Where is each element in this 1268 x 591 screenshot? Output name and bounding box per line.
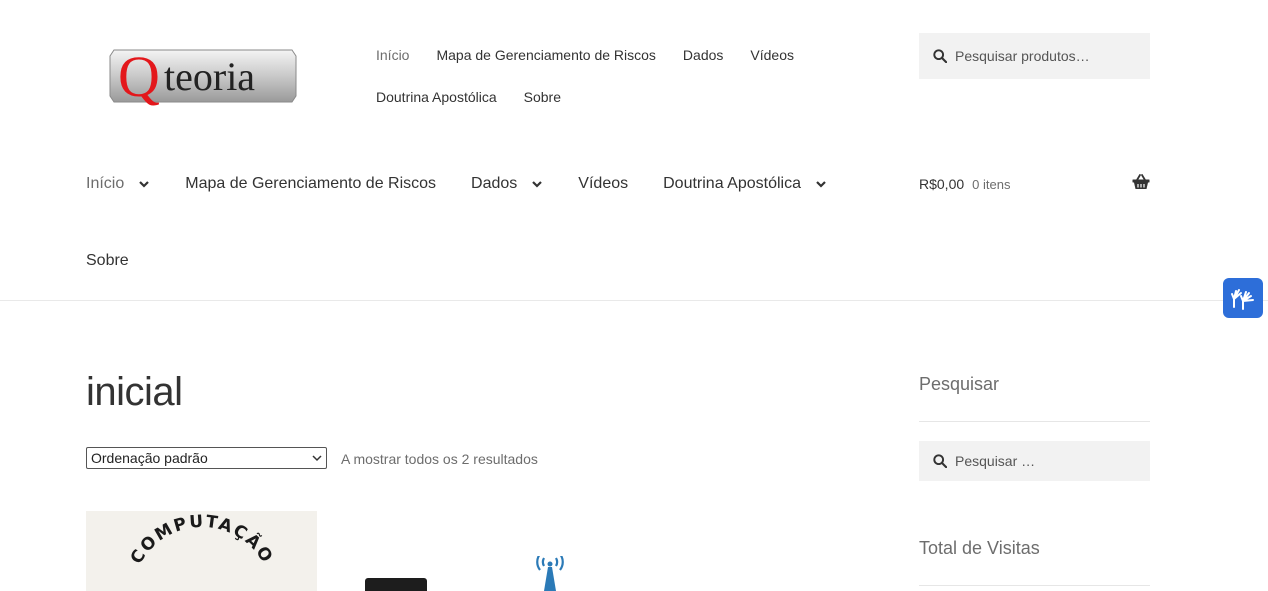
primary-nav: Início Mapa de Gerenciamento de Riscos D… bbox=[86, 171, 862, 269]
cart-item-count: 0 itens bbox=[972, 176, 1011, 192]
cart-amount: R$0,00 bbox=[919, 176, 965, 192]
product-label-computacao: COMPUTAÇÃO bbox=[127, 512, 276, 568]
sidebar-visits-title: Total de Visitas bbox=[919, 538, 1040, 558]
primary-nav-label: Mapa de Gerenciamento de Riscos bbox=[185, 175, 437, 192]
product-thumbnail-device[interactable] bbox=[365, 578, 427, 591]
secondary-nav-mapa-riscos[interactable]: Mapa de Gerenciamento de Riscos bbox=[436, 47, 655, 63]
search-icon bbox=[933, 49, 947, 63]
ordering-select[interactable]: Ordenação padrão bbox=[86, 447, 327, 469]
svg-text:COMPUTAÇÃO: COMPUTAÇÃO bbox=[127, 512, 278, 568]
primary-nav-label: Início bbox=[86, 175, 125, 192]
secondary-nav-sobre[interactable]: Sobre bbox=[524, 89, 561, 105]
search-icon bbox=[933, 454, 947, 468]
ordering-selected-value: Ordenação padrão bbox=[91, 450, 208, 466]
sign-language-widget-button[interactable] bbox=[1223, 278, 1263, 318]
chevron-down-icon[interactable] bbox=[138, 178, 150, 190]
result-count: A mostrar todos os 2 resultados bbox=[341, 451, 538, 467]
secondary-nav-dados[interactable]: Dados bbox=[683, 47, 723, 63]
primary-nav-dados[interactable]: Dados bbox=[471, 175, 543, 193]
secondary-nav-inicio[interactable]: Início bbox=[376, 47, 409, 63]
page-title: inicial bbox=[86, 370, 183, 414]
cart-summary[interactable]: R$0,00 0 itens bbox=[919, 172, 1150, 196]
primary-nav-sobre[interactable]: Sobre bbox=[86, 252, 129, 270]
primary-nav-label: Dados bbox=[471, 175, 518, 192]
product-thumbnail-wireless[interactable] bbox=[532, 553, 568, 591]
primary-nav-label: Sobre bbox=[86, 252, 129, 269]
sidebar-search-input[interactable] bbox=[955, 453, 1145, 469]
sidebar-search-title: Pesquisar bbox=[919, 374, 1000, 394]
secondary-nav: Início Mapa de Gerenciamento de Riscos D… bbox=[376, 44, 836, 108]
logo-text: teoria bbox=[164, 54, 255, 99]
sidebar-search-box bbox=[919, 441, 1150, 481]
secondary-nav-doutrina[interactable]: Doutrina Apostólica bbox=[376, 89, 497, 105]
primary-nav-videos[interactable]: Vídeos bbox=[578, 175, 628, 193]
primary-nav-mapa-riscos[interactable]: Mapa de Gerenciamento de Riscos bbox=[185, 175, 436, 193]
basket-icon[interactable] bbox=[1132, 174, 1150, 190]
primary-nav-doutrina[interactable]: Doutrina Apostólica bbox=[663, 175, 827, 193]
header-divider bbox=[0, 300, 1268, 301]
product-search-box bbox=[919, 33, 1150, 79]
product-search-input[interactable] bbox=[955, 48, 1145, 64]
logo-q: Q bbox=[118, 44, 160, 109]
sign-language-hands-icon bbox=[1231, 289, 1254, 310]
chevron-down-icon[interactable] bbox=[815, 178, 827, 190]
primary-nav-label: Vídeos bbox=[578, 175, 629, 192]
primary-nav-label: Doutrina Apostólica bbox=[663, 175, 801, 192]
secondary-nav-videos[interactable]: Vídeos bbox=[750, 47, 794, 63]
widget-divider bbox=[919, 421, 1150, 422]
product-thumbnail-computacao[interactable]: COMPUTAÇÃO bbox=[86, 511, 317, 591]
chevron-down-icon bbox=[312, 455, 322, 462]
chevron-down-icon[interactable] bbox=[531, 178, 543, 190]
primary-nav-inicio[interactable]: Início bbox=[86, 175, 150, 193]
widget-divider bbox=[919, 585, 1150, 586]
site-logo[interactable]: Q teoria bbox=[108, 44, 298, 112]
